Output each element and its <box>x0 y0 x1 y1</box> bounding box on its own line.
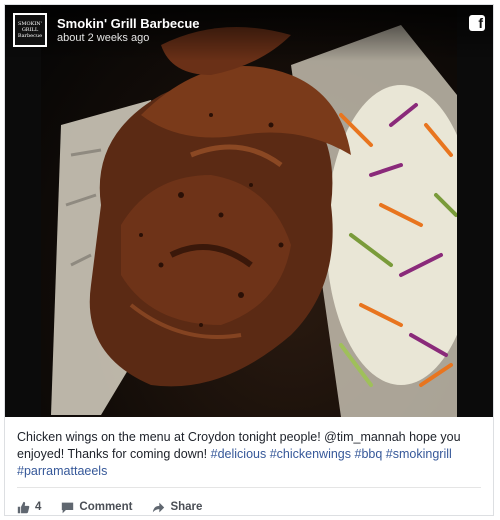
post-header: SMOKIN' GRILL Barbecue Smokin' Grill Bar… <box>5 5 493 61</box>
thumbs-up-icon <box>17 501 30 513</box>
hashtag-link[interactable]: #bbq <box>355 447 383 461</box>
page-logo[interactable]: SMOKIN' GRILL Barbecue <box>13 13 47 47</box>
chicken-wings-photo <box>51 25 457 417</box>
comment-button[interactable]: Comment <box>61 501 132 514</box>
share-button[interactable]: Share <box>152 501 202 514</box>
hashtag-link[interactable]: #chickenwings <box>270 447 351 461</box>
like-button[interactable]: 4 <box>17 501 41 514</box>
post-media[interactable]: SMOKIN' GRILL Barbecue Smokin' Grill Bar… <box>5 5 493 417</box>
comment-icon <box>62 502 74 513</box>
post-caption: Chicken wings on the menu at Croydon ton… <box>17 429 479 480</box>
post-photo[interactable] <box>41 5 457 417</box>
hashtag-link[interactable]: #parramattaeels <box>17 464 107 478</box>
facebook-icon[interactable]: f <box>469 15 485 31</box>
page-name-link[interactable]: Smokin' Grill Barbecue <box>57 16 200 31</box>
logo-text: SMOKIN' GRILL <box>17 21 43 33</box>
logo-subtext: Barbecue <box>17 33 43 39</box>
post-timestamp[interactable]: about 2 weeks ago <box>57 32 149 44</box>
share-icon <box>153 502 165 512</box>
comment-label: Comment <box>79 501 133 513</box>
post-actions: 4 Comment Share <box>17 497 222 515</box>
hashtag-link[interactable]: #smokingrill <box>386 447 452 461</box>
actions-divider <box>17 487 481 488</box>
social-post-card: SMOKIN' GRILL Barbecue Smokin' Grill Bar… <box>4 4 494 516</box>
hashtag-link[interactable]: #delicious <box>211 447 267 461</box>
share-label: Share <box>170 501 203 513</box>
like-count: 4 <box>35 501 42 513</box>
